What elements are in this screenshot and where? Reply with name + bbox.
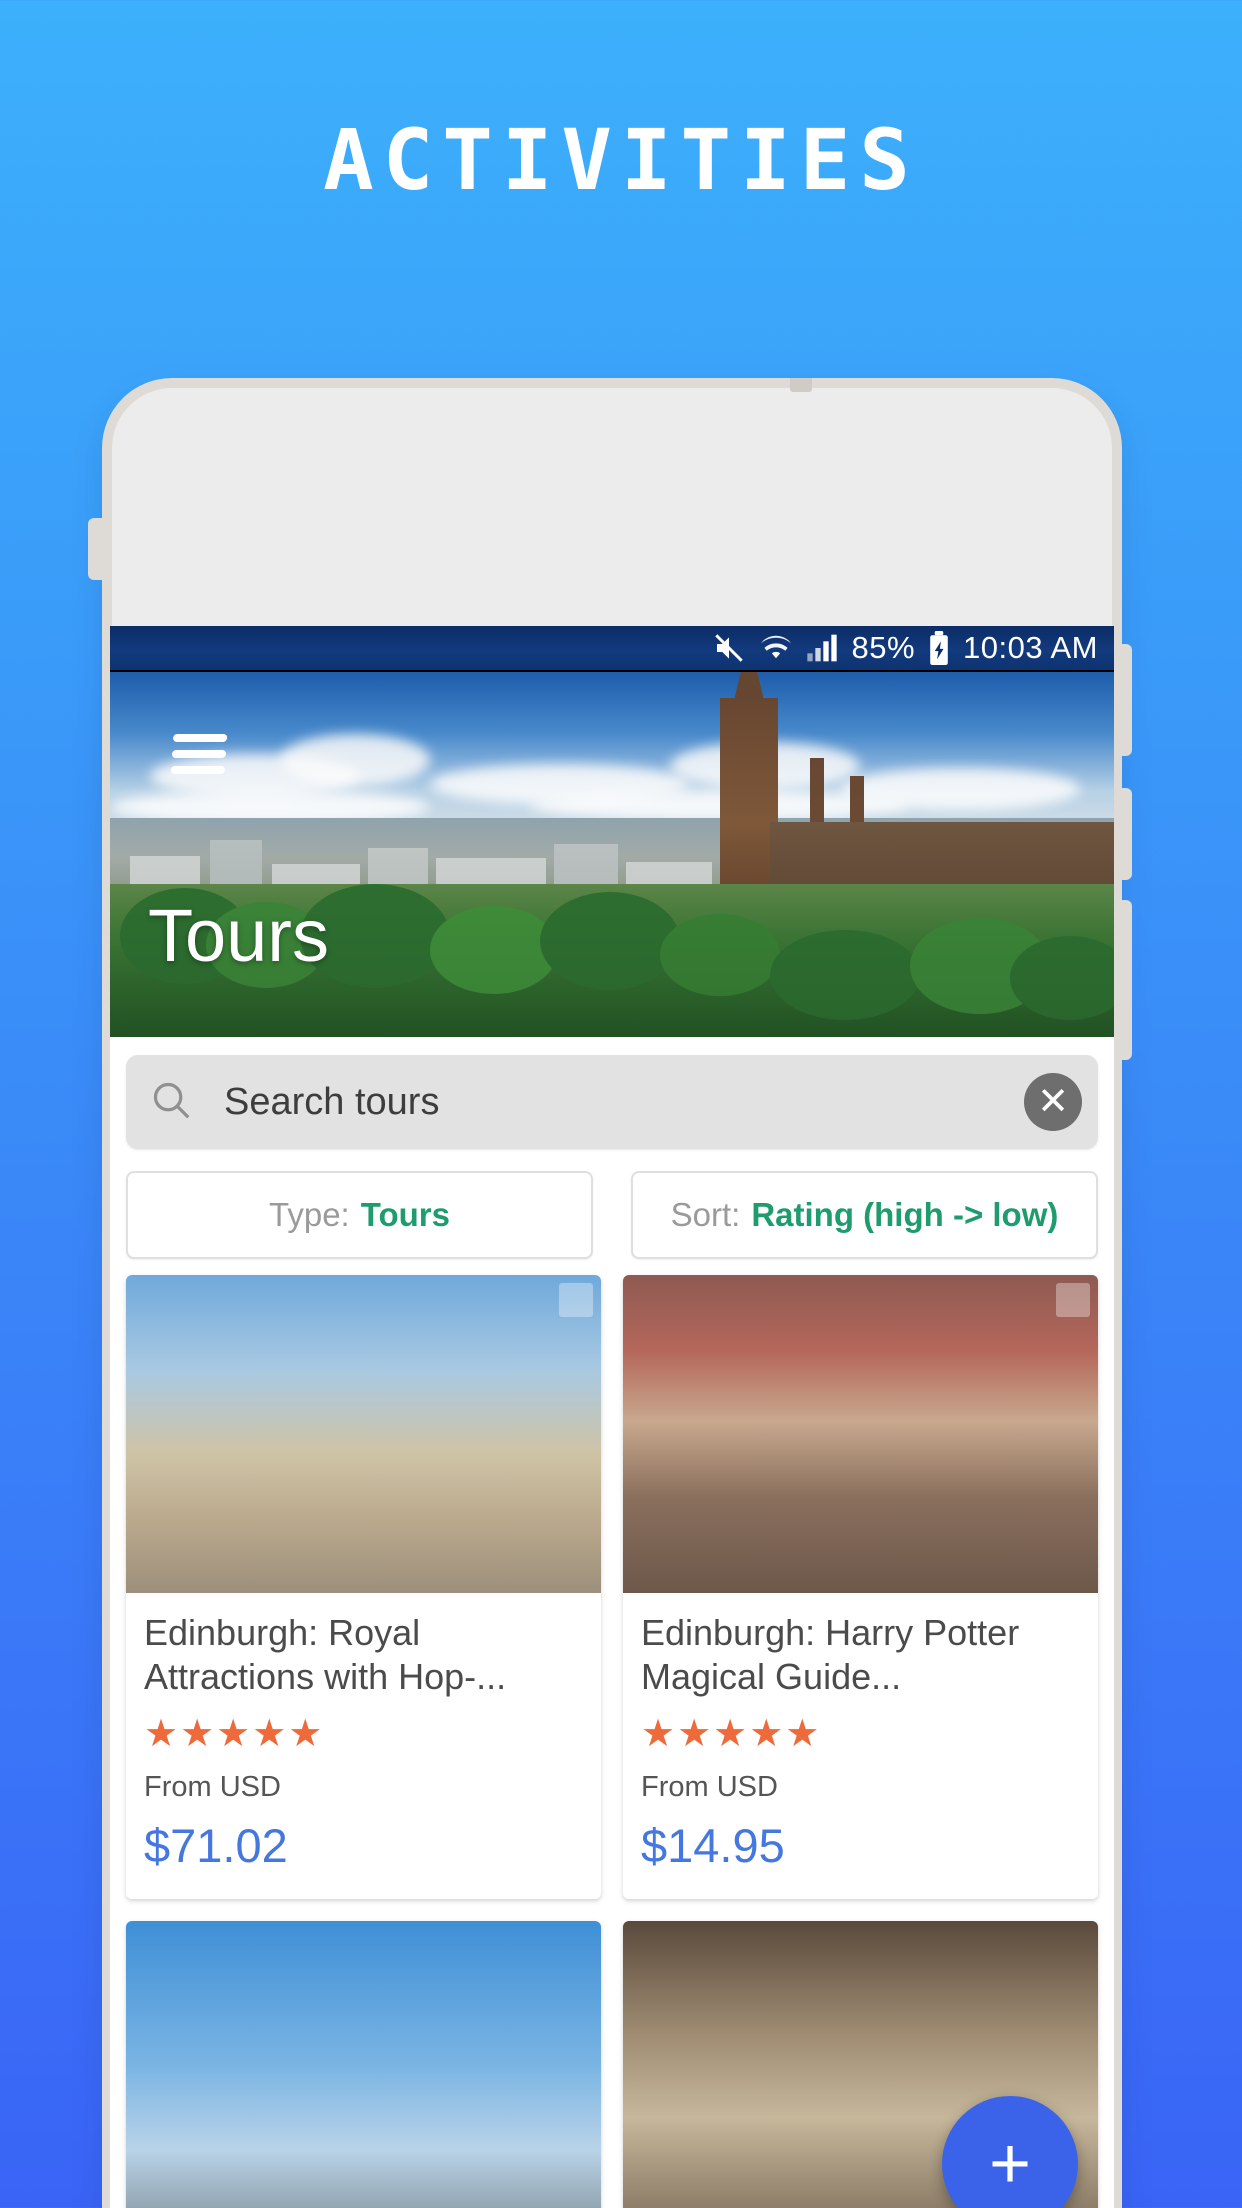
rating-stars: ★★★★★ bbox=[641, 1713, 822, 1755]
hamburger-menu-icon[interactable] bbox=[170, 734, 228, 774]
search-bar[interactable]: ✕ bbox=[126, 1055, 1098, 1149]
activity-card-body: Edinburgh: Harry Potter Magical Guide...… bbox=[623, 1593, 1098, 1899]
filter-sort-label: Sort: bbox=[670, 1196, 741, 1233]
hero-overlay bbox=[110, 672, 1114, 1037]
filter-row: Type: Tours Sort: Rating (high -> low) bbox=[110, 1161, 1114, 1275]
price-from-label: From USD bbox=[144, 1771, 281, 1803]
phone-mockup: 85% 10:03 AM Tours Search tours ✕ Type: … bbox=[88, 378, 1132, 2208]
search-icon bbox=[148, 1077, 194, 1128]
filter-type-chip[interactable]: Type: Tours bbox=[126, 1171, 593, 1259]
price-from-label: From USD bbox=[641, 1771, 778, 1803]
page-title: ACTIVITIES bbox=[323, 111, 919, 209]
filter-type-value: Tours bbox=[360, 1196, 450, 1233]
cellular-signal-icon bbox=[806, 633, 838, 663]
activity-price: $71.02 bbox=[144, 1819, 288, 1872]
activity-card-title: Edinburgh: Harry Potter Magical Guide... bbox=[641, 1612, 1020, 1697]
activity-price: $14.95 bbox=[641, 1819, 785, 1872]
activity-card-image bbox=[623, 1275, 1098, 1593]
phone-side-button-middle bbox=[1118, 788, 1132, 880]
filter-sort-value: Rating (high -> low) bbox=[751, 1196, 1059, 1233]
activity-card-partial[interactable] bbox=[126, 1921, 601, 2208]
activity-card-image bbox=[126, 1921, 601, 2208]
activity-card[interactable]: Edinburgh: Royal Attractions with Hop-..… bbox=[126, 1275, 601, 1899]
phone-screen: 85% 10:03 AM Tours Search tours ✕ Type: … bbox=[110, 626, 1114, 2208]
search-clear-button[interactable]: ✕ bbox=[1024, 1073, 1082, 1131]
search-section: ✕ bbox=[110, 1037, 1114, 1161]
clock-label: 10:03 AM bbox=[963, 630, 1098, 665]
mute-icon bbox=[712, 632, 746, 664]
photo-count-badge bbox=[559, 1283, 593, 1317]
photo-count-badge bbox=[1056, 1283, 1090, 1317]
rating-stars: ★★★★★ bbox=[144, 1713, 325, 1755]
activity-card[interactable]: Edinburgh: Harry Potter Magical Guide...… bbox=[623, 1275, 1098, 1899]
filter-type-label: Type: bbox=[269, 1196, 350, 1233]
activity-card-body: Edinburgh: Royal Attractions with Hop-..… bbox=[126, 1593, 601, 1899]
activity-card-grid: Edinburgh: Royal Attractions with Hop-..… bbox=[110, 1275, 1114, 2208]
hero-image: Tours bbox=[110, 672, 1114, 1037]
activity-card-title: Edinburgh: Royal Attractions with Hop-..… bbox=[144, 1612, 507, 1697]
battery-percent-label: 85% bbox=[851, 630, 916, 665]
phone-side-button-left bbox=[88, 518, 102, 580]
phone-side-button-bottom bbox=[1118, 900, 1132, 1060]
phone-top-seam bbox=[790, 378, 812, 392]
phone-side-button-top bbox=[1118, 644, 1132, 756]
status-bar: 85% 10:03 AM bbox=[110, 626, 1114, 672]
page-header-title: Tours bbox=[148, 894, 329, 977]
battery-charging-icon bbox=[928, 631, 950, 665]
filter-sort-chip[interactable]: Sort: Rating (high -> low) bbox=[631, 1171, 1098, 1259]
wifi-icon bbox=[759, 633, 793, 663]
activity-card-image bbox=[126, 1275, 601, 1593]
search-input[interactable] bbox=[194, 1080, 1024, 1124]
